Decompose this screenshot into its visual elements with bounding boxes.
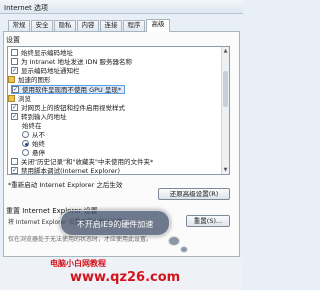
checkbox[interactable]: ✓ <box>11 67 18 74</box>
settings-list[interactable]: 始终显示编码地址 为 Intranet 地址发送 IDN 服务器名称 ✓ 显示编码… <box>7 46 230 175</box>
scroll-down-icon[interactable]: ▼ <box>222 166 229 174</box>
radio-hover[interactable]: 悬停 <box>22 149 45 158</box>
folder-icon <box>8 76 15 83</box>
tab-strip: 常规 安全 隐私 内容 连接 程序 高级 <box>4 19 240 32</box>
radio-never[interactable]: 从不 <box>22 131 45 140</box>
window-title: Internet 选项 <box>4 4 49 12</box>
scroll-thumb[interactable] <box>223 71 228 107</box>
folder-icon <box>8 95 15 102</box>
tab-advanced[interactable]: 高级 <box>146 19 170 32</box>
list-item[interactable]: 始终显示编码地址 <box>11 49 73 58</box>
callout-bubble <box>180 246 188 253</box>
list-item[interactable]: 为 Intranet 地址发送 IDN 服务器名称 <box>11 58 132 67</box>
tab-connections[interactable]: 连接 <box>100 20 122 31</box>
tab-content[interactable]: 内容 <box>77 20 99 31</box>
checkbox[interactable]: ✓ <box>11 113 18 120</box>
annotation-callout: 不开启IE9的硬件加速 <box>60 210 170 236</box>
radio-button[interactable] <box>22 131 29 138</box>
restore-advanced-button[interactable]: 还原高级设置(R) <box>158 188 230 200</box>
radio-button[interactable] <box>22 140 29 147</box>
list-item[interactable]: ✓ 对网页上的按钮和控件启用视觉样式 <box>11 104 125 113</box>
list-item[interactable]: 关闭"历史记录"和"收藏夹"中未使用的文件夹* <box>11 158 153 167</box>
checkbox[interactable]: ✓ <box>12 86 19 93</box>
checkbox[interactable]: ✓ <box>11 104 18 111</box>
tab-general[interactable]: 常规 <box>8 20 30 31</box>
callout-bubble <box>168 236 180 246</box>
radio-group-label: 始终在 <box>22 122 42 130</box>
tab-privacy[interactable]: 隐私 <box>54 20 76 31</box>
list-item[interactable]: ✓ 转到输入的地址 <box>11 113 67 122</box>
list-item[interactable]: ✓ 禁用脚本调试(Internet Explorer) <box>11 167 120 174</box>
gpu-render-option[interactable]: ✓ 使用软件呈现而不使用 GPU 呈现* <box>11 85 126 94</box>
checkbox[interactable] <box>11 49 18 56</box>
callout-text: 不开启IE9的硬件加速 <box>76 220 154 229</box>
tab-security[interactable]: 安全 <box>31 20 53 31</box>
checkbox[interactable] <box>11 58 18 65</box>
checkbox[interactable] <box>11 158 18 165</box>
tab-programs[interactable]: 程序 <box>123 20 145 31</box>
watermark-title: 电脑小白网教程 <box>50 259 106 268</box>
checkbox[interactable]: ✓ <box>11 167 18 174</box>
radio-always[interactable]: 始终 <box>22 140 45 149</box>
radio-button[interactable] <box>22 149 29 156</box>
list-item[interactable]: ✓ 显示编码地址通知栏 <box>11 67 80 76</box>
restart-note: *重新启动 Internet Explorer 之后生效 <box>8 181 123 189</box>
scroll-up-icon[interactable]: ▲ <box>222 47 229 55</box>
reset-button[interactable]: 重置(S)... <box>186 215 230 227</box>
settings-legend: 设置 <box>6 36 20 44</box>
watermark-url: www.qz26.com <box>70 270 181 285</box>
group-graphics: 加速的图形 <box>8 76 51 85</box>
title-bar: Internet 选项 <box>0 0 243 14</box>
list-scrollbar[interactable]: ▲ ▼ <box>221 47 229 174</box>
group-browsing: 浏览 <box>8 95 31 104</box>
